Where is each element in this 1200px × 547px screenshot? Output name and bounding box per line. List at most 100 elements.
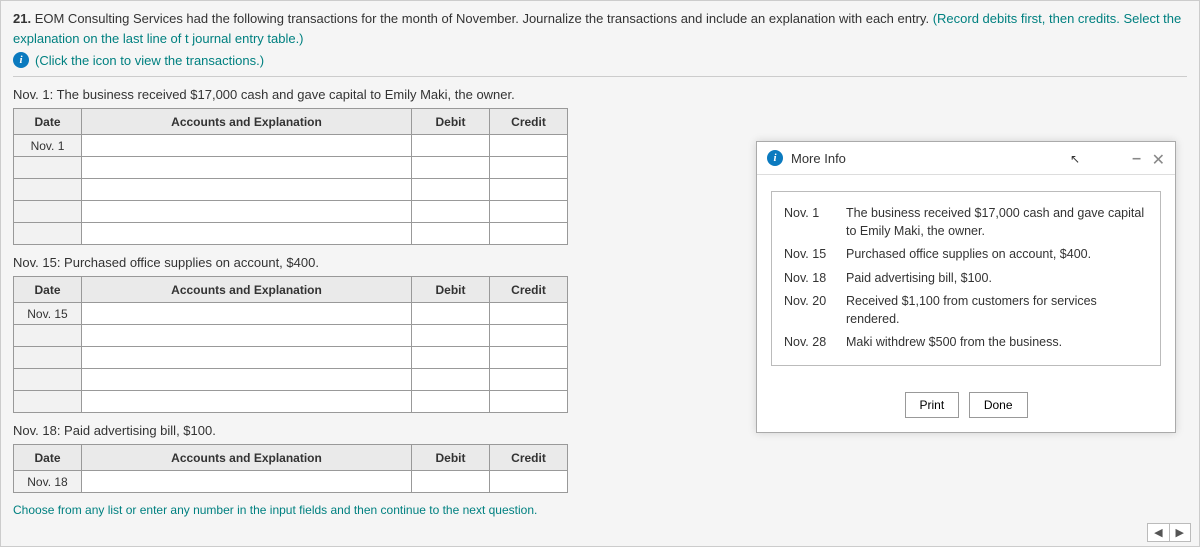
- credit-input[interactable]: [490, 201, 567, 222]
- popup-title: More Info: [791, 151, 846, 166]
- transactions-box: Nov. 1 The business received $17,000 cash…: [771, 191, 1161, 366]
- debit-input[interactable]: [412, 201, 489, 222]
- acct-input[interactable]: [82, 325, 411, 346]
- date-cell: [14, 347, 82, 369]
- main-panel: 21. EOM Consulting Services had the foll…: [0, 0, 1200, 547]
- th-acct: Accounts and Explanation: [82, 109, 412, 135]
- tx-row: Nov. 15 Purchased office supplies on acco…: [784, 243, 1148, 267]
- date-cell: [14, 179, 82, 201]
- acct-input[interactable]: [82, 223, 411, 244]
- tx-date: Nov. 15: [784, 246, 834, 264]
- entry-label-1: Nov. 1: The business received $17,000 ca…: [13, 87, 1187, 102]
- journal-table-1: Date Accounts and Explanation Debit Cred…: [13, 108, 568, 245]
- tx-row: Nov. 28 Maki withdrew $500 from the busin…: [784, 331, 1148, 355]
- credit-input[interactable]: [490, 135, 567, 156]
- date-cell: [14, 325, 82, 347]
- th-acct: Accounts and Explanation: [82, 445, 412, 471]
- debit-cell: [412, 135, 490, 157]
- debit-input[interactable]: [412, 369, 489, 390]
- tx-date: Nov. 20: [784, 293, 834, 328]
- credit-input[interactable]: [490, 391, 567, 412]
- popup-header: i More Info ↖ – ✕: [757, 142, 1175, 175]
- date-cell: [14, 201, 82, 223]
- tx-row: Nov. 20 Received $1,100 from customers fo…: [784, 290, 1148, 331]
- next-arrow-icon[interactable]: ▶: [1170, 524, 1190, 541]
- tx-desc: Paid advertising bill, $100.: [846, 270, 992, 288]
- tx-row: Nov. 18 Paid advertising bill, $100.: [784, 267, 1148, 291]
- journal-table-2: Date Accounts and Explanation Debit Cred…: [13, 276, 568, 413]
- acct-input[interactable]: [82, 369, 411, 390]
- info-icon[interactable]: i: [13, 52, 29, 68]
- debit-input[interactable]: [412, 471, 489, 492]
- date-cell: Nov. 1: [14, 135, 82, 157]
- tx-date: Nov. 28: [784, 334, 834, 352]
- acct-cell: [82, 135, 412, 157]
- th-debit: Debit: [412, 445, 490, 471]
- debit-input[interactable]: [412, 179, 489, 200]
- credit-cell: [490, 135, 568, 157]
- tx-desc: Maki withdrew $500 from the business.: [846, 334, 1062, 352]
- tx-row: Nov. 1 The business received $17,000 cash…: [784, 202, 1148, 243]
- credit-input[interactable]: [490, 157, 567, 178]
- acct-input[interactable]: [82, 391, 411, 412]
- debit-input[interactable]: [412, 303, 489, 324]
- credit-input[interactable]: [490, 471, 567, 492]
- credit-input[interactable]: [490, 347, 567, 368]
- th-credit: Credit: [490, 277, 568, 303]
- credit-input[interactable]: [490, 223, 567, 244]
- popup-body: Nov. 1 The business received $17,000 cash…: [757, 175, 1175, 392]
- acct-input[interactable]: [82, 303, 411, 324]
- th-date: Date: [14, 109, 82, 135]
- more-info-popup: i More Info ↖ – ✕ Nov. 1 The business rec…: [756, 141, 1176, 433]
- debit-input[interactable]: [412, 347, 489, 368]
- question-prompt: 21. EOM Consulting Services had the foll…: [13, 9, 1187, 48]
- date-cell: [14, 157, 82, 179]
- credit-input[interactable]: [490, 179, 567, 200]
- cursor-icon: ↖: [1070, 152, 1080, 166]
- debit-input[interactable]: [412, 135, 489, 156]
- acct-input[interactable]: [82, 135, 411, 156]
- prev-arrow-icon[interactable]: ◀: [1148, 524, 1169, 541]
- click-icon-text: (Click the icon to view the transactions…: [35, 53, 264, 68]
- debit-input[interactable]: [412, 157, 489, 178]
- debit-input[interactable]: [412, 223, 489, 244]
- th-credit: Credit: [490, 445, 568, 471]
- question-body: EOM Consulting Services had the followin…: [35, 11, 929, 26]
- print-button[interactable]: Print: [905, 392, 960, 418]
- th-date: Date: [14, 445, 82, 471]
- credit-input[interactable]: [490, 369, 567, 390]
- acct-input[interactable]: [82, 201, 411, 222]
- divider: [13, 76, 1187, 77]
- tx-desc: Received $1,100 from customers for servi…: [846, 293, 1148, 328]
- credit-input[interactable]: [490, 303, 567, 324]
- date-cell: Nov. 18: [14, 471, 82, 493]
- close-icon[interactable]: ✕: [1152, 150, 1165, 170]
- th-credit: Credit: [490, 109, 568, 135]
- tx-date: Nov. 1: [784, 205, 834, 240]
- journal-table-3: Date Accounts and Explanation Debit Cred…: [13, 444, 568, 493]
- hint-text: Choose from any list or enter any number…: [13, 503, 1187, 517]
- th-debit: Debit: [412, 109, 490, 135]
- debit-input[interactable]: [412, 325, 489, 346]
- date-cell: [14, 391, 82, 413]
- tx-desc: The business received $17,000 cash and g…: [846, 205, 1148, 240]
- nav-arrows: ◀ ▶: [1147, 523, 1191, 542]
- acct-input[interactable]: [82, 347, 411, 368]
- th-debit: Debit: [412, 277, 490, 303]
- info-icon: i: [767, 150, 783, 166]
- th-date: Date: [14, 277, 82, 303]
- date-cell: [14, 369, 82, 391]
- question-number: 21.: [13, 11, 31, 26]
- date-cell: [14, 223, 82, 245]
- acct-input[interactable]: [82, 471, 411, 492]
- th-acct: Accounts and Explanation: [82, 277, 412, 303]
- date-cell: Nov. 15: [14, 303, 82, 325]
- tx-date: Nov. 18: [784, 270, 834, 288]
- done-button[interactable]: Done: [969, 392, 1028, 418]
- credit-input[interactable]: [490, 325, 567, 346]
- acct-input[interactable]: [82, 157, 411, 178]
- minimize-icon[interactable]: –: [1132, 150, 1141, 168]
- acct-input[interactable]: [82, 179, 411, 200]
- debit-input[interactable]: [412, 391, 489, 412]
- tx-desc: Purchased office supplies on account, $4…: [846, 246, 1091, 264]
